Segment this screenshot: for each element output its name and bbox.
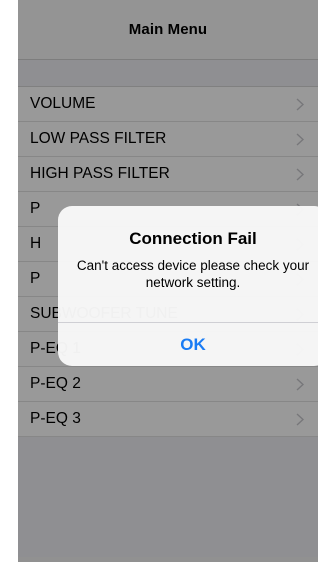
alert-body: Connection Fail Can't access device plea… <box>58 206 318 322</box>
alert-title: Connection Fail <box>129 229 257 248</box>
connection-fail-alert: Connection Fail Can't access device plea… <box>58 206 318 366</box>
app-screen: Main Menu VOLUME LOW PASS FILTER HIGH PA… <box>18 0 318 562</box>
ok-button[interactable]: OK <box>58 323 318 366</box>
alert-message: Can't access device please check your ne… <box>76 258 310 290</box>
